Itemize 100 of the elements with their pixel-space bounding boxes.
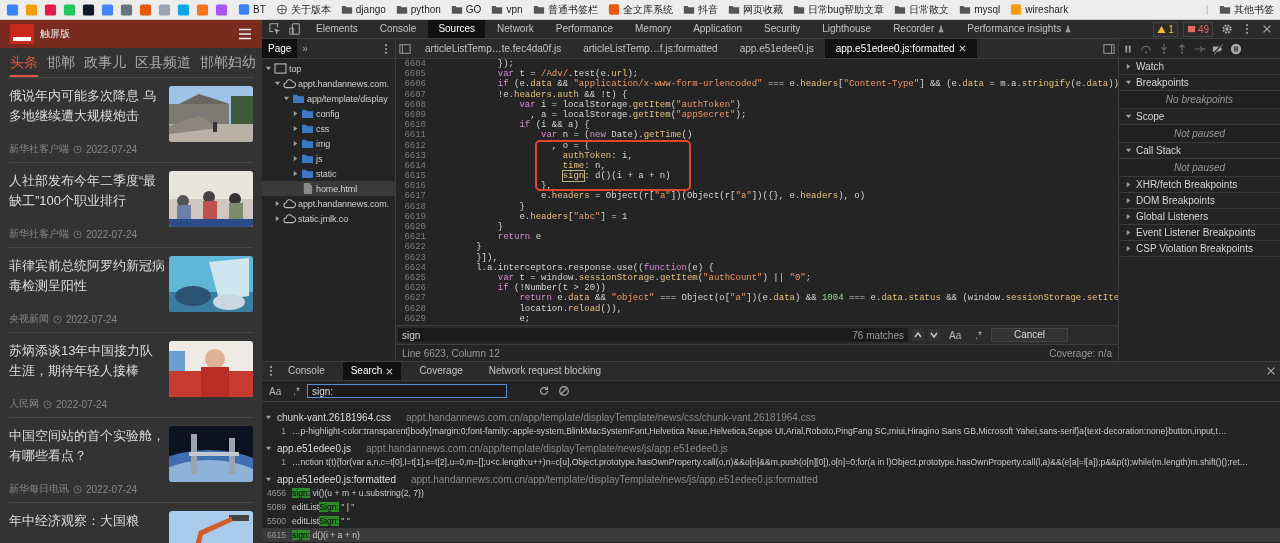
drawer-tab[interactable]: Network request blocking [480, 362, 610, 380]
sidebar-toggle-icon[interactable] [1103, 42, 1115, 55]
navigator-tab[interactable]: Page [262, 39, 298, 58]
sidebar-section-header[interactable]: Event Listener Breakpoints [1119, 225, 1280, 241]
tree-item[interactable]: js [262, 151, 395, 166]
refresh-icon[interactable] [537, 385, 550, 397]
disclosure-triangle-icon[interactable] [1125, 147, 1132, 154]
disclosure-triangle-icon[interactable] [283, 95, 290, 102]
regex-button[interactable]: .* [970, 329, 987, 341]
disclosure-triangle-icon[interactable] [1125, 245, 1132, 252]
disclosure-triangle-icon[interactable] [1125, 113, 1132, 120]
disclosure-triangle-icon[interactable] [265, 445, 272, 452]
match-case-button[interactable]: Aa [944, 329, 967, 341]
step-out-icon[interactable] [1176, 42, 1188, 55]
menu-icon[interactable] [238, 28, 252, 40]
deactivate-breakpoints-icon[interactable] [1212, 42, 1224, 55]
file-tab[interactable]: articleListTemp…te.fec4da0f.js [414, 39, 573, 58]
result-file-header[interactable]: app.e51edee0.js appt.handannews.com.cn/app/template/displayTemplate/news/js/app.e51edee0.js [262, 442, 1280, 455]
channel-tab[interactable]: 政事儿 [84, 54, 126, 75]
disclosure-triangle-icon[interactable] [265, 65, 272, 72]
article-title[interactable]: 俄说年内可能多次降息 乌多地继续遭大规模炮击 [9, 86, 165, 126]
disclosure-triangle-icon[interactable] [292, 155, 299, 162]
search-result[interactable]: 4656 sign: vi()(u + m + u.substring(2, 7)) [262, 486, 1280, 500]
bookmark[interactable]: python [395, 4, 441, 15]
disclosure-triangle-icon[interactable] [1125, 79, 1132, 86]
disclosure-triangle-icon[interactable] [292, 140, 299, 147]
device-icon[interactable] [289, 23, 301, 35]
article-title[interactable]: 菲律宾前总统阿罗约新冠病毒检测呈阳性 [9, 256, 165, 296]
disclosure-triangle-icon[interactable] [1125, 229, 1132, 236]
panel-tab[interactable]: Lighthouse [812, 20, 882, 38]
tree-item[interactable]: appt.handannews.com. [262, 76, 395, 91]
tree-item[interactable]: app/template/display [262, 91, 395, 106]
disclosure-triangle-icon[interactable] [1125, 213, 1132, 220]
panel-tab[interactable]: Security [754, 20, 811, 38]
result-file-header[interactable]: chunk-vant.26181964.css appt.handannews.com.cn/app/template/displayTemplate/news/css/chunk-vant.26181964.css [262, 411, 1280, 424]
file-tab[interactable]: app.e51edee0.js:formatted [824, 39, 977, 58]
search-field[interactable]: sign: [306, 384, 507, 398]
tree-item[interactable]: css [262, 121, 395, 136]
bookmark[interactable]: 其他书签 [1219, 2, 1274, 17]
drawer-tab[interactable]: Coverage [411, 362, 471, 380]
drawer-tab[interactable]: Console [280, 362, 333, 380]
panel-tab[interactable]: Application [683, 20, 753, 38]
channel-tab[interactable]: 邯郸 [47, 54, 75, 75]
panel-tab[interactable]: Console [369, 20, 427, 38]
search-result[interactable]: 1 …p-highlight-color:transparent}body{margin:0;font-family:-apple-system,BlinkMacSystemFont,Helvetica Neue,Helvetica,Segoe UI,Arial,Roboto,PingFang SC,miui,Hiragino Sans GB,Microsoft Yahei,sans-serif}a{text-decoration:none}button,input,t… [262, 424, 1280, 438]
disclosure-triangle-icon[interactable] [1125, 181, 1132, 188]
panel-tab[interactable]: Network [487, 20, 544, 38]
disclosure-triangle-icon[interactable] [292, 170, 299, 177]
close-icon[interactable] [1265, 365, 1277, 377]
close-icon[interactable] [958, 45, 966, 52]
drawer-tab[interactable]: Search [342, 362, 402, 380]
bookmark[interactable]: 网页收藏 [727, 2, 783, 17]
more-tabs-button[interactable]: » [297, 43, 313, 54]
channel-tab[interactable]: 邯郸妇幼 [200, 54, 256, 75]
bookmark[interactable]: 日常散文 [894, 2, 950, 17]
panel-tab[interactable]: Performance insights [957, 20, 1083, 38]
sidebar-section-header[interactable]: XHR/fetch Breakpoints [1119, 177, 1280, 193]
panel-tab[interactable]: Elements [306, 20, 368, 38]
tree-item[interactable]: config [262, 106, 395, 121]
panel-tab[interactable]: Sources [428, 20, 486, 38]
tree-item[interactable]: img [262, 136, 395, 151]
tree-item[interactable]: top [262, 61, 395, 76]
bookmark[interactable]: mysql [959, 4, 1001, 15]
bookmark[interactable]: 关于版本 [275, 2, 331, 17]
tree-item[interactable]: static.jmlk.co [262, 211, 395, 226]
disclosure-triangle-icon[interactable] [292, 125, 299, 132]
bookmark[interactable]: BT [238, 4, 266, 15]
close-icon[interactable] [386, 367, 394, 375]
bookmark[interactable]: django [340, 4, 386, 15]
disclosure-triangle-icon[interactable] [274, 200, 281, 207]
sidebar-section-header[interactable]: CSP Violation Breakpoints [1119, 241, 1280, 257]
warning-count[interactable]: 1 [1153, 21, 1178, 37]
disclosure-triangle-icon[interactable] [292, 110, 299, 117]
panel-tab[interactable]: Memory [625, 20, 682, 38]
settings-icon[interactable] [1221, 23, 1233, 35]
close-icon[interactable] [1261, 23, 1273, 35]
sidebar-section-header[interactable]: DOM Breakpoints [1119, 193, 1280, 209]
bookmark[interactable]: wireshark [1010, 4, 1069, 15]
article-title[interactable]: 人社部发布今年二季度“最缺工”100个职业排行 [9, 171, 165, 211]
sidebar-toggle-icon[interactable] [399, 42, 411, 55]
inspect-icon[interactable] [269, 23, 281, 35]
disclosure-triangle-icon[interactable] [1125, 197, 1132, 204]
article-title[interactable]: 中国空间站的首个实验舱，有哪些看点？ [9, 426, 165, 466]
bookmark[interactable]: GO [450, 4, 482, 15]
search-result[interactable]: 5500 editListSign: " " [262, 514, 1280, 528]
down-arrow-icon[interactable] [928, 329, 940, 341]
pause-on-exceptions-icon[interactable] [1230, 42, 1242, 55]
article-title[interactable]: 苏炳添谈13年中国接力队生涯，期待年轻人接棒 [9, 341, 165, 381]
bookmark[interactable]: 抖音 [682, 2, 718, 17]
panel-tab[interactable]: Performance [545, 20, 623, 38]
search-result[interactable]: 5089 editListSign: " | " [262, 500, 1280, 514]
disclosure-triangle-icon[interactable] [265, 414, 272, 421]
up-arrow-icon[interactable] [912, 329, 924, 341]
tree-item[interactable]: appt.handannews.com. [262, 196, 395, 211]
bookmark[interactable]: 日常bug帮助文章 [792, 2, 885, 17]
article-title[interactable]: 年中经济观察：大国粮 [9, 511, 165, 531]
cancel-button[interactable]: Cancel [990, 328, 1069, 342]
error-count[interactable]: 49 [1182, 21, 1213, 37]
bookmark[interactable]: 普通书签栏 [532, 2, 598, 17]
tree-item[interactable]: home.html [262, 181, 395, 196]
